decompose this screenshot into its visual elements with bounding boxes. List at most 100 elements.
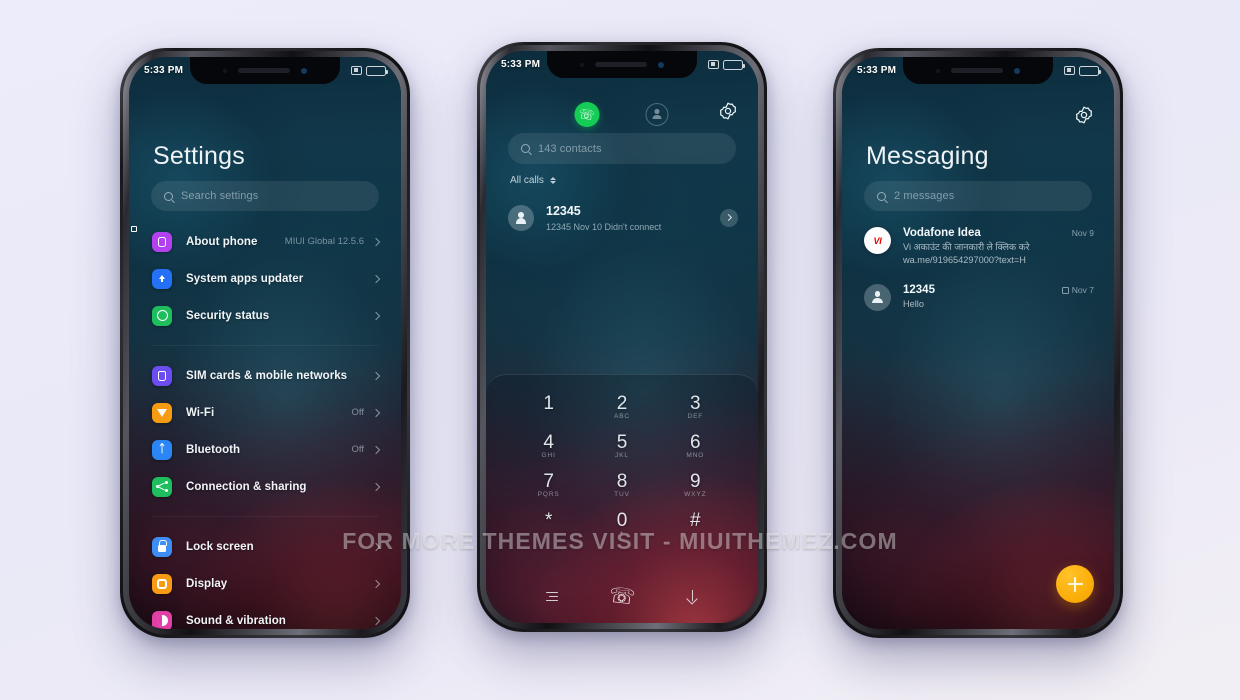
- call-name: 12345: [546, 204, 581, 218]
- avatar-vodafone: VI: [864, 227, 891, 254]
- tab-calls[interactable]: ☏: [574, 101, 600, 127]
- divider: [152, 345, 378, 346]
- sound-vibration-icon: [152, 610, 172, 629]
- key-0[interactable]: 0 +: [585, 510, 658, 538]
- call-filter-dropdown[interactable]: All calls: [510, 175, 556, 186]
- phone-device-settings: 5:33 PM Settings Search settings About p…: [120, 48, 410, 638]
- notch: [903, 57, 1053, 84]
- key-letters: ABC: [613, 413, 631, 420]
- system-updater-icon: [152, 268, 172, 289]
- key-star[interactable]: *: [512, 510, 585, 538]
- chevron-right-icon: [371, 445, 381, 454]
- screen-record-icon: [351, 66, 362, 75]
- key-1[interactable]: 1: [512, 393, 585, 421]
- key-4[interactable]: 4 GHI: [512, 432, 585, 460]
- settings-group: About phone MIUI Global 12.5.6 System ap…: [129, 223, 401, 334]
- sidebar-item-wifi[interactable]: Wi-Fi Off: [129, 394, 401, 431]
- sidebar-item-system-apps-updater[interactable]: System apps updater: [129, 260, 401, 297]
- key-letters: WXYZ: [684, 491, 707, 498]
- dialer-action-bar: ☏: [486, 584, 758, 610]
- setting-label: About phone: [186, 235, 258, 248]
- battery-icon: [723, 59, 745, 70]
- key-letters: PQRS: [537, 491, 560, 498]
- page-title: Messaging: [866, 142, 989, 170]
- chevron-right-icon: [371, 237, 381, 246]
- sidebar-item-security-status[interactable]: Security status: [129, 297, 401, 334]
- display-icon: [152, 573, 172, 594]
- setting-value: Off: [351, 444, 365, 455]
- security-status-icon: [152, 305, 172, 326]
- settings-gear-button[interactable]: [718, 101, 738, 121]
- chevron-right-icon: [371, 408, 381, 417]
- key-digit: 2: [616, 393, 628, 414]
- settings-group: Lock screen Display Sound & vibration: [129, 528, 401, 629]
- sidebar-item-display[interactable]: Display: [129, 565, 401, 602]
- hide-keypad-icon[interactable]: [686, 589, 699, 605]
- list-item[interactable]: 12345 Nov 7 Hello: [842, 276, 1114, 319]
- key-7[interactable]: 7 PQRS: [512, 471, 585, 499]
- call-details-button[interactable]: [720, 208, 738, 227]
- setting-value: Off: [351, 407, 365, 418]
- key-8[interactable]: 8 TUV: [585, 471, 658, 499]
- key-5[interactable]: 5 JKL: [585, 432, 658, 460]
- avatar: [508, 204, 534, 231]
- sidebar-item-sim-cards[interactable]: SIM cards & mobile networks: [129, 357, 401, 394]
- key-2[interactable]: 2 ABC: [585, 393, 658, 421]
- key-3[interactable]: 3 DEF: [659, 393, 732, 421]
- key-digit: 8: [616, 471, 628, 492]
- search-input[interactable]: 143 contacts: [508, 133, 736, 164]
- status-bar-time: 5:33 PM: [144, 65, 184, 76]
- key-9[interactable]: 9 WXYZ: [659, 471, 732, 499]
- settings-gear-button[interactable]: [1074, 105, 1094, 125]
- setting-label: Display: [186, 577, 228, 590]
- chevron-right-icon: [371, 274, 381, 283]
- setting-label: Connection & sharing: [186, 480, 307, 493]
- tab-contacts[interactable]: [645, 102, 669, 126]
- key-letters: [512, 530, 585, 538]
- sidebar-item-sound-vibration[interactable]: Sound & vibration: [129, 602, 401, 629]
- sidebar-item-connection-sharing[interactable]: Connection & sharing: [129, 468, 401, 505]
- sidebar-item-bluetooth[interactable]: ᛏ Bluetooth Off: [129, 431, 401, 468]
- key-letters: MNO: [686, 452, 705, 459]
- settings-list: About phone MIUI Global 12.5.6 System ap…: [129, 223, 401, 629]
- call-button[interactable]: ☏: [608, 584, 637, 610]
- list-item[interactable]: VI Vodafone Idea Nov 9 Vi अकाउंट की जानक…: [842, 219, 1114, 276]
- key-letters: JKL: [615, 452, 629, 459]
- setting-label: Wi-Fi: [186, 406, 215, 419]
- key-digit: 9: [690, 471, 701, 492]
- message-sender: 12345: [903, 283, 935, 296]
- search-input[interactable]: 2 messages: [864, 181, 1092, 211]
- phone-screen-dialer: 5:33 PM ☏ 143 contacts All calls 12345 1…: [486, 51, 758, 623]
- contacts-icon: [652, 109, 663, 120]
- key-letters: DEF: [687, 413, 704, 420]
- notch: [190, 57, 340, 84]
- dialer-tabs: ☏: [486, 99, 758, 129]
- message-date: Nov 7: [1061, 285, 1094, 295]
- chevron-right-icon: [371, 371, 381, 380]
- key-digit: 7: [543, 471, 554, 492]
- avatar: [864, 283, 891, 311]
- chevron-updown-icon: [549, 176, 556, 185]
- setting-label: Bluetooth: [186, 443, 241, 456]
- chevron-right-icon: [371, 311, 381, 320]
- key-hash[interactable]: #: [659, 510, 732, 538]
- call-log-row[interactable]: 12345 12345 Nov 10 Didn't connect: [486, 204, 758, 232]
- key-letters: [659, 530, 732, 538]
- key-6[interactable]: 6 MNO: [659, 432, 732, 460]
- new-message-fab[interactable]: [1056, 565, 1094, 603]
- setting-value: MIUI Global 12.5.6: [284, 236, 364, 247]
- lock-screen-icon: [152, 536, 172, 557]
- gear-icon: [720, 102, 736, 120]
- menu-icon[interactable]: [545, 592, 558, 601]
- status-bar-time: 5:33 PM: [501, 59, 541, 70]
- key-digit: 1: [543, 393, 554, 414]
- key-digit: 4: [543, 432, 554, 453]
- sidebar-item-about-phone[interactable]: About phone MIUI Global 12.5.6: [129, 223, 401, 260]
- wifi-icon: [152, 402, 172, 423]
- sidebar-item-lock-screen[interactable]: Lock screen: [129, 528, 401, 565]
- message-preview: Hello: [903, 298, 924, 309]
- sim-card-icon: [152, 365, 172, 386]
- search-input[interactable]: Search settings: [151, 181, 379, 211]
- message-date: Nov 9: [1071, 228, 1094, 238]
- chevron-right-icon: [371, 616, 381, 625]
